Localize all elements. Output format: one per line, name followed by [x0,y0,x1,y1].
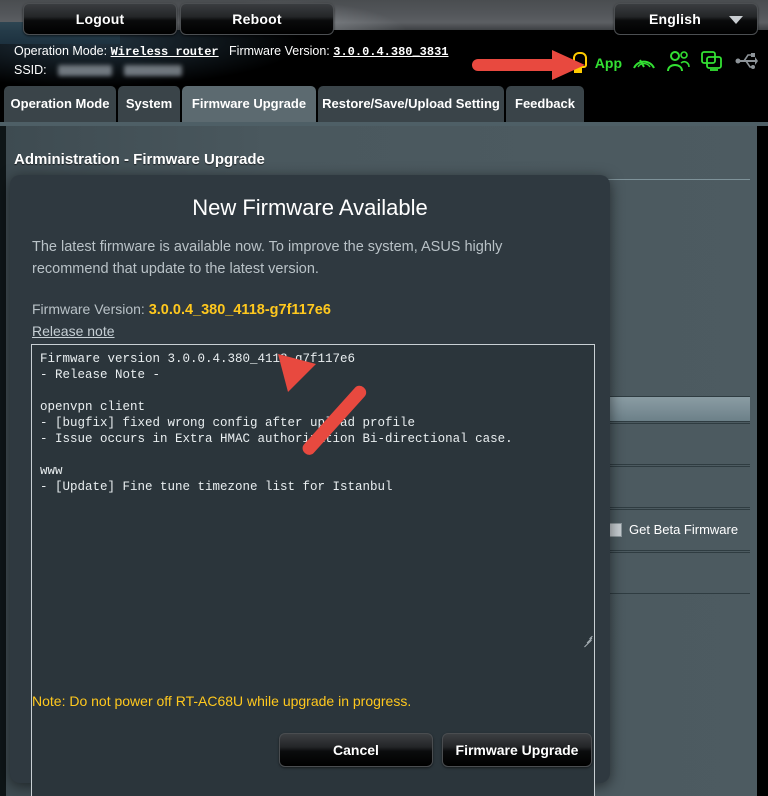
dialog-firmware-version-value: 3.0.0.4_380_4118-g7f117e6 [148,302,331,318]
page-title: Administration - Firmware Upgrade [14,151,265,168]
tab-operation-mode[interactable]: Operation Mode [4,86,116,122]
ssid-value-redacted-2 [123,65,182,77]
release-note-link[interactable]: Release note [32,323,115,339]
dialog-firmware-version-label: Firmware Version: [32,301,145,317]
tab-firmware-upgrade[interactable]: Firmware Upgrade [182,86,316,122]
tab-restore-save-upload[interactable]: Restore/Save/Upload Setting [318,86,504,122]
checkbox-box-icon [608,522,622,537]
tab-feedback[interactable]: Feedback [506,86,584,122]
app-icon[interactable]: App [595,50,622,76]
status-info-line: Operation Mode: Wireless router Firmware… [14,44,448,59]
firmware-upgrade-button[interactable]: Firmware Upgrade [442,733,592,767]
status-icon-row: App [571,50,758,76]
logout-button[interactable]: Logout [23,3,177,35]
new-firmware-dialog: New Firmware Available The latest firmwa… [10,175,610,796]
speed-gauge-icon[interactable] [632,50,656,77]
get-beta-firmware-checkbox[interactable]: Get Beta Firmware [608,522,738,537]
operation-mode-label: Operation Mode: [14,44,108,58]
tab-bar: Operation Mode System Firmware Upgrade R… [0,86,768,122]
firmware-version-value[interactable]: 3.0.0.4.380_3831 [333,45,448,59]
chevron-down-icon [729,16,743,24]
usb-device-icon[interactable] [700,50,724,77]
firmware-version-label: Firmware Version: [229,44,330,58]
operation-mode-value[interactable]: Wireless router [111,45,219,59]
dialog-firmware-version: Firmware Version: 3.0.0.4_380_4118-g7f11… [32,301,331,318]
page-right-edge [757,126,768,796]
ssid-value-redacted-1 [58,65,113,77]
cancel-button[interactable]: Cancel [279,733,433,767]
release-notes-textarea[interactable] [31,344,595,796]
ssid-label: SSID: [14,63,47,77]
dialog-warning-note: Note: Do not power off RT-AC68U while up… [32,693,412,709]
dialog-description: The latest firmware is available now. To… [32,239,503,277]
reboot-button[interactable]: Reboot [180,3,334,35]
notification-bulb-icon[interactable] [571,52,587,74]
usb-icon[interactable] [734,50,758,77]
get-beta-firmware-label: Get Beta Firmware [629,522,739,537]
tab-system[interactable]: System [118,86,180,122]
router-admin-screen: Logout Reboot English Operation Mode: Wi… [0,0,768,796]
clients-icon[interactable] [666,50,690,77]
language-selector[interactable]: English [614,3,758,35]
ssid-line: SSID: [14,63,182,77]
dialog-title: New Firmware Available [192,195,428,220]
